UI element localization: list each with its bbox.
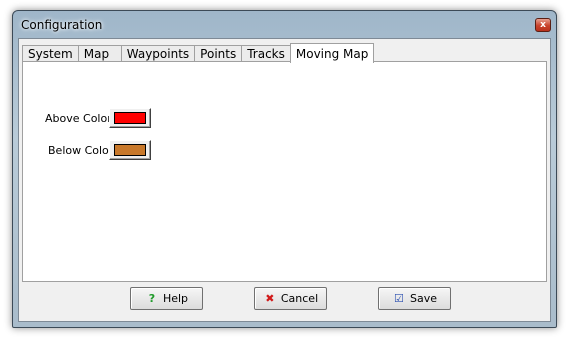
save-check-icon: ☑ (394, 291, 404, 305)
red-x-icon: ✖ (265, 291, 275, 305)
help-label: Help (162, 292, 189, 305)
dialog-body: System Map Waypoints Points Tracks Movin… (18, 38, 551, 322)
tab-points[interactable]: Points (194, 45, 243, 62)
configuration-window: Configuration x System Map Waypoints Poi… (12, 10, 557, 328)
tab-tracks[interactable]: Tracks (241, 45, 291, 62)
question-icon: ? (148, 291, 156, 305)
save-label: Save (409, 292, 437, 305)
above-color-button[interactable] (109, 108, 151, 128)
tab-strip: System Map Waypoints Points Tracks Movin… (22, 42, 375, 63)
below-color-label: Below Color (48, 144, 114, 157)
window-title: Configuration (21, 18, 103, 32)
above-color-label: Above Color (45, 112, 112, 125)
tab-system[interactable]: System (22, 45, 79, 62)
button-bar: ? Help ✖ Cancel ☑ Save (22, 286, 547, 316)
moving-map-panel: Above Color Below Color (22, 61, 547, 282)
title-bar[interactable]: Configuration x (13, 11, 556, 37)
tab-waypoints[interactable]: Waypoints (120, 45, 196, 62)
close-button[interactable]: x (535, 18, 551, 32)
help-button[interactable]: ? Help (130, 287, 203, 310)
below-color-swatch (114, 144, 146, 156)
above-color-swatch (114, 112, 146, 124)
tab-moving-map[interactable]: Moving Map (289, 43, 375, 63)
below-color-button[interactable] (109, 140, 151, 160)
cancel-button[interactable]: ✖ Cancel (254, 287, 327, 310)
cancel-label: Cancel (280, 292, 319, 305)
close-icon: x (540, 20, 546, 30)
tab-map[interactable]: Map (77, 45, 122, 62)
save-button[interactable]: ☑ Save (378, 287, 451, 310)
